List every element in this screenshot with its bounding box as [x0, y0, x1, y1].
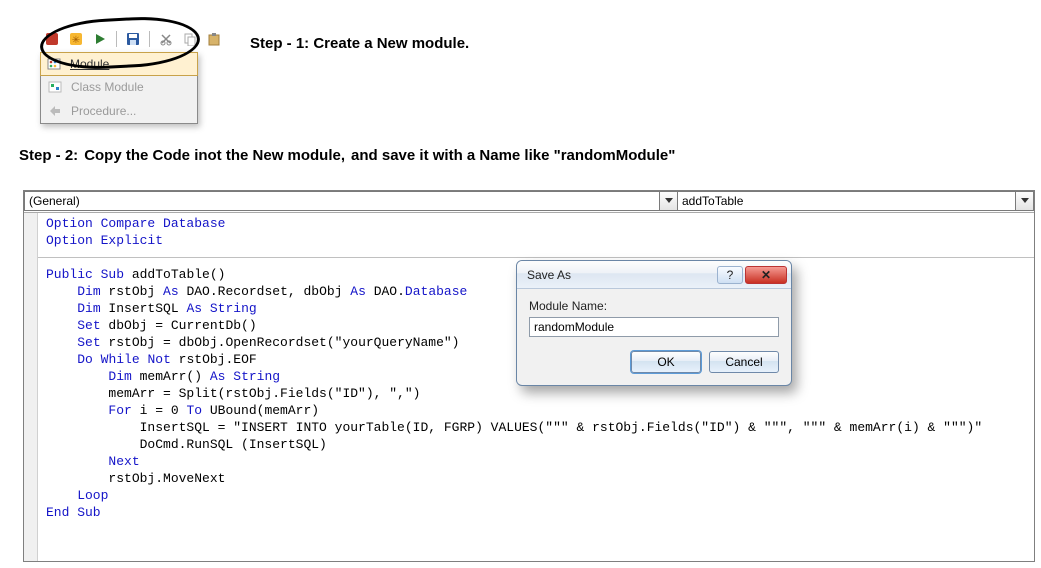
dialog-titlebar[interactable]: Save As ? ✕ [517, 261, 791, 289]
breakpoint-gutter[interactable] [24, 213, 38, 561]
close-button[interactable]: ✕ [745, 266, 787, 284]
chevron-down-icon [659, 192, 677, 210]
menu-item-label: Procedure... [71, 104, 191, 118]
break-icon[interactable]: ✳ [66, 29, 86, 49]
ok-button[interactable]: OK [631, 351, 701, 373]
help-icon: ? [727, 268, 734, 282]
menu-item-label: Class Module [71, 80, 191, 94]
save-icon[interactable] [123, 29, 143, 49]
insert-menu: Module Class Module Procedure... [40, 52, 198, 124]
object-dropdown-value: (General) [29, 194, 80, 208]
copy-icon[interactable] [180, 29, 200, 49]
cancel-button[interactable]: Cancel [709, 351, 779, 373]
procedure-dropdown-value: addToTable [682, 194, 743, 208]
chevron-down-icon [1015, 192, 1033, 210]
procedure-dropdown[interactable]: addToTable [678, 191, 1034, 211]
editor-dropdown-bar: (General) addToTable [24, 191, 1034, 213]
step-2-text: Step - 2: Copy the Code inot the New mod… [19, 147, 675, 164]
dialog-title-text: Save As [527, 268, 571, 282]
help-button[interactable]: ? [717, 266, 743, 284]
cut-icon[interactable] [156, 29, 176, 49]
object-dropdown[interactable]: (General) [24, 191, 678, 211]
step-2-part-b: and save it with a Name like "randomModu… [351, 147, 675, 164]
class-module-icon [47, 79, 63, 95]
menu-item-class-module[interactable]: Class Module [41, 75, 197, 99]
menu-item-module[interactable]: Module [40, 52, 198, 76]
menu-item-procedure[interactable]: Procedure... [41, 99, 197, 123]
close-icon: ✕ [761, 268, 771, 282]
svg-text:✳: ✳ [72, 35, 80, 46]
module-name-label: Module Name: [529, 299, 779, 313]
step-2-part-a: Copy the Code inot the New module, [84, 147, 345, 164]
procedure-icon [47, 103, 63, 119]
step-1-text: Step - 1: Create a New module. [250, 35, 469, 52]
toolbar: ✳ [42, 27, 224, 51]
macro-icon[interactable] [90, 29, 110, 49]
module-name-input[interactable] [529, 317, 779, 337]
paste-icon[interactable] [204, 29, 224, 49]
save-as-dialog: Save As ? ✕ Module Name: OK Cancel [516, 260, 792, 386]
module-icon [46, 56, 62, 72]
menu-item-label: Module [70, 57, 192, 71]
app-icon[interactable] [42, 29, 62, 49]
step-2-prefix: Step - 2: [19, 147, 78, 164]
